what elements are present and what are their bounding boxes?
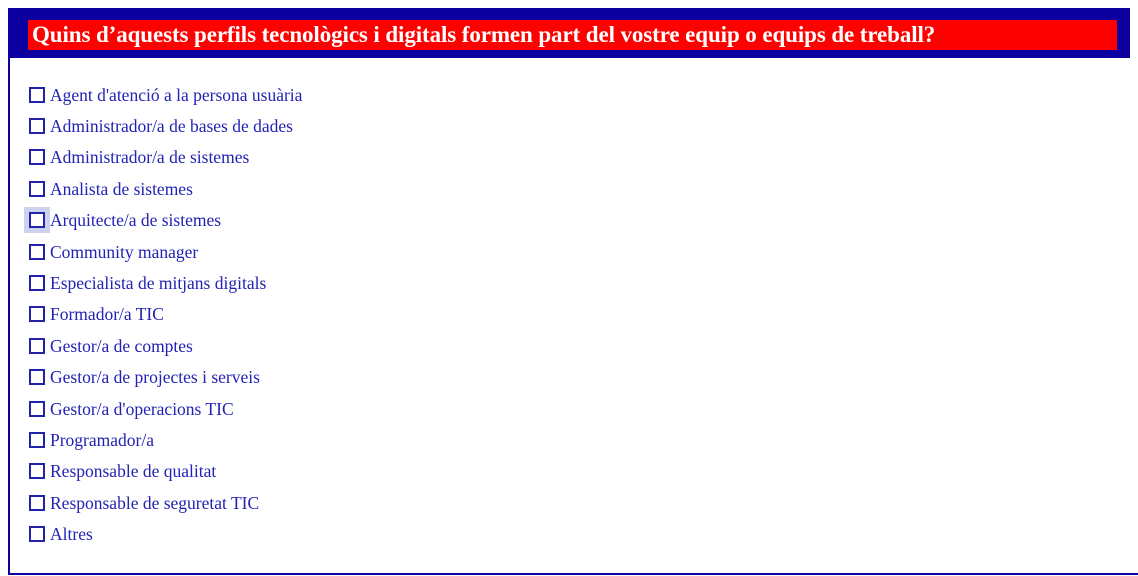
checkbox-option-label[interactable]: Analista de sistemes — [50, 179, 193, 199]
checkbox-option-label[interactable]: Formador/a TIC — [50, 304, 164, 324]
checkbox-focus-wrapper — [24, 458, 50, 484]
checkbox-focus-wrapper — [24, 82, 50, 108]
checkbox-input[interactable] — [29, 400, 45, 417]
checkbox-focus-wrapper — [24, 333, 50, 359]
checkbox-focus-wrapper — [24, 521, 50, 547]
page-title: Quins d’aquests perfils tecnològics i di… — [32, 22, 936, 47]
checkbox-input[interactable] — [29, 86, 45, 103]
checkbox-input[interactable] — [29, 275, 45, 292]
question-header-band: Quins d’aquests perfils tecnològics i di… — [8, 8, 1130, 58]
checkbox-input[interactable] — [29, 118, 45, 135]
checkbox-option-label[interactable]: Community manager — [50, 242, 198, 262]
checkbox-input[interactable] — [29, 463, 45, 480]
checkbox-focus-wrapper — [24, 427, 50, 453]
checkbox-option-label[interactable]: Gestor/a de projectes i serveis — [50, 367, 260, 387]
checkbox-focus-wrapper — [24, 176, 50, 202]
checkbox-option-list: Agent d'atenció a la persona usuària Admi… — [24, 79, 1138, 550]
checkbox-option-row[interactable]: Responsable de qualitat — [24, 456, 1138, 487]
checkbox-option-row[interactable]: Gestor/a d'operacions TIC — [24, 393, 1138, 424]
checkbox-option-row[interactable]: Altres — [24, 518, 1138, 549]
checkbox-option-row[interactable]: Administrador/a de sistemes — [24, 142, 1138, 173]
checkbox-option-label[interactable]: Agent d'atenció a la persona usuària — [50, 85, 302, 105]
checkbox-input[interactable] — [29, 243, 45, 260]
checkbox-option-row[interactable]: Responsable de seguretat TIC — [24, 487, 1138, 518]
checkbox-option-row[interactable]: Community manager — [24, 236, 1138, 267]
checkbox-input[interactable] — [29, 212, 45, 229]
checkbox-input[interactable] — [29, 369, 45, 386]
question-title-bar: Quins d’aquests perfils tecnològics i di… — [28, 20, 1117, 50]
checkbox-option-row[interactable]: Arquitecte/a de sistemes — [24, 205, 1138, 236]
checkbox-focus-wrapper — [24, 239, 50, 265]
checkbox-focus-wrapper — [24, 301, 50, 327]
checkbox-option-label[interactable]: Responsable de seguretat TIC — [50, 493, 259, 513]
checkbox-option-label[interactable]: Gestor/a d'operacions TIC — [50, 399, 234, 419]
checkbox-option-label[interactable]: Responsable de qualitat — [50, 461, 216, 481]
checkbox-option-row[interactable]: Programador/a — [24, 424, 1138, 455]
checkbox-focus-wrapper — [24, 364, 50, 390]
checkbox-option-label[interactable]: Gestor/a de comptes — [50, 336, 193, 356]
checkbox-option-row[interactable]: Formador/a TIC — [24, 299, 1138, 330]
checkbox-option-label[interactable]: Especialista de mitjans digitals — [50, 273, 266, 293]
checkbox-input[interactable] — [29, 431, 45, 448]
checkbox-option-label[interactable]: Arquitecte/a de sistemes — [50, 210, 221, 230]
checkbox-option-row[interactable]: Analista de sistemes — [24, 173, 1138, 204]
checkbox-focus-wrapper — [24, 207, 50, 234]
checkbox-option-row[interactable]: Agent d'atenció a la persona usuària — [24, 79, 1138, 110]
checkbox-option-row[interactable]: Administrador/a de bases de dades — [24, 110, 1138, 141]
checkbox-option-label[interactable]: Administrador/a de sistemes — [50, 147, 249, 167]
checkbox-focus-wrapper — [24, 490, 50, 516]
checkbox-option-label[interactable]: Programador/a — [50, 430, 154, 450]
checkbox-focus-wrapper — [24, 113, 50, 139]
options-panel: Agent d'atenció a la persona usuària Admi… — [8, 58, 1138, 575]
checkbox-input[interactable] — [29, 149, 45, 166]
checkbox-option-label[interactable]: Administrador/a de bases de dades — [50, 116, 293, 136]
checkbox-focus-wrapper — [24, 144, 50, 170]
checkbox-option-row[interactable]: Especialista de mitjans digitals — [24, 267, 1138, 298]
checkbox-option-label[interactable]: Altres — [50, 524, 93, 544]
checkbox-input[interactable] — [29, 337, 45, 354]
checkbox-option-row[interactable]: Gestor/a de projectes i serveis — [24, 362, 1138, 393]
checkbox-input[interactable] — [29, 494, 45, 511]
checkbox-option-row[interactable]: Gestor/a de comptes — [24, 330, 1138, 361]
checkbox-input[interactable] — [29, 306, 45, 323]
checkbox-input[interactable] — [29, 180, 45, 197]
checkbox-focus-wrapper — [24, 396, 50, 422]
checkbox-input[interactable] — [29, 526, 45, 543]
survey-question-page: Quins d’aquests perfils tecnològics i di… — [0, 0, 1138, 576]
checkbox-focus-wrapper — [24, 270, 50, 296]
